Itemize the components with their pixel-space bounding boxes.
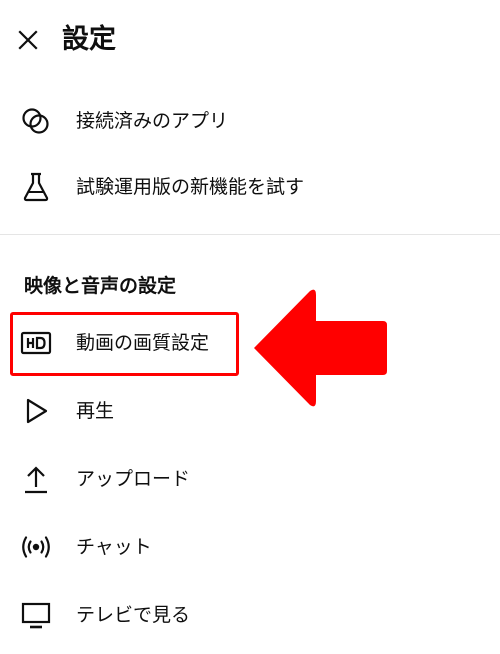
- menu-item-experimental[interactable]: 試験運用版の新機能を試す: [0, 156, 500, 218]
- settings-page: 設定 接続済みのアプリ 試験運用版の新機能を試す 映像と音声の設定 動画の画質設…: [0, 0, 500, 654]
- section-divider: [0, 234, 500, 235]
- section-title-video-audio: 映像と音声の設定: [24, 275, 177, 297]
- highlight-box: [10, 312, 239, 376]
- play-icon: [20, 396, 52, 426]
- settings-header: 設定: [0, 0, 500, 82]
- menu-item-label: 再生: [76, 400, 115, 422]
- close-icon: [18, 30, 38, 50]
- live-chat-icon: [20, 532, 52, 562]
- menu-item-label: 接続済みのアプリ: [76, 110, 229, 132]
- close-button[interactable]: [10, 22, 46, 58]
- tv-icon: [20, 600, 52, 630]
- menu-item-upload[interactable]: アップロード: [0, 448, 500, 510]
- menu-item-label: アップロード: [76, 468, 191, 490]
- menu-item-label: チャット: [76, 536, 152, 558]
- menu-item-chat[interactable]: チャット: [0, 516, 500, 578]
- beaker-icon: [20, 172, 52, 202]
- connected-apps-icon: [20, 106, 52, 136]
- menu-item-watch-on-tv[interactable]: テレビで見る: [0, 584, 500, 646]
- menu-item-label: 試験運用版の新機能を試す: [76, 176, 305, 198]
- page-title: 設定: [62, 24, 116, 55]
- red-arrow-icon: [254, 289, 387, 407]
- menu-item-connected-apps[interactable]: 接続済みのアプリ: [0, 90, 500, 152]
- menu-item-label: テレビで見る: [76, 604, 191, 626]
- upload-icon: [20, 464, 52, 494]
